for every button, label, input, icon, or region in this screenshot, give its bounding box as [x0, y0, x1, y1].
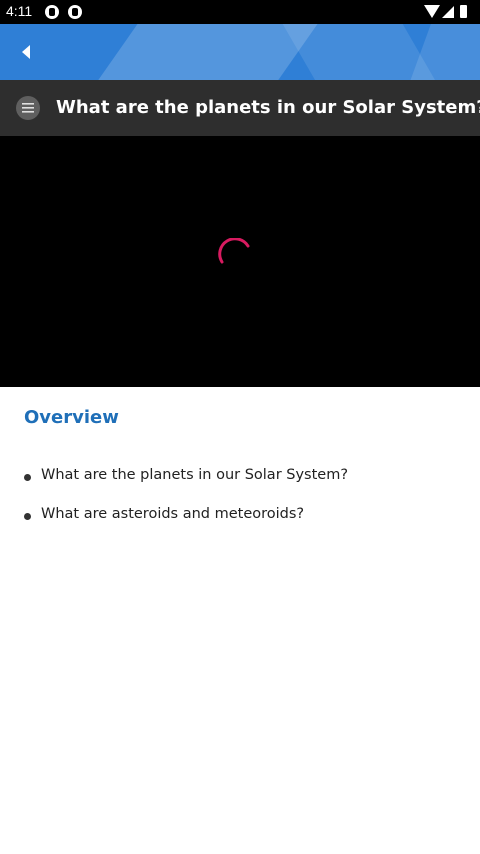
- system-icons: [424, 4, 472, 20]
- topic-item[interactable]: What are asteroids and meteoroids?: [24, 506, 348, 545]
- overview-heading: Overview: [24, 407, 119, 428]
- topic-label: What are the planets in our Solar System…: [41, 467, 349, 483]
- bullet-icon: [24, 513, 31, 520]
- app-notification-icon: [68, 5, 82, 19]
- back-button[interactable]: [14, 38, 42, 66]
- lesson-title: What are the planets in our Solar System…: [56, 97, 480, 118]
- bullet-icon: [24, 474, 31, 481]
- lesson-title-bar: What are the planets in our Solar System…: [0, 80, 480, 136]
- topic-list: What are the planets in our Solar System…: [24, 467, 348, 545]
- list-menu-icon: [22, 103, 34, 113]
- overview-section: Overview What are the planets in our Sol…: [0, 387, 480, 854]
- lesson-menu-button[interactable]: [16, 96, 40, 120]
- loading-spinner-icon: [218, 238, 250, 264]
- topic-label: What are asteroids and meteoroids?: [41, 506, 305, 522]
- status-time: 4:11: [6, 3, 33, 19]
- signal-icon: [442, 6, 454, 18]
- app-bar: [0, 24, 480, 80]
- wifi-icon: [424, 5, 440, 18]
- battery-icon: [460, 5, 467, 18]
- back-arrow-icon: [22, 45, 30, 59]
- decorative-shape: [409, 24, 480, 80]
- sync-icon: [45, 5, 59, 19]
- status-bar: 4:11: [0, 0, 480, 24]
- topic-item[interactable]: What are the planets in our Solar System…: [24, 467, 348, 506]
